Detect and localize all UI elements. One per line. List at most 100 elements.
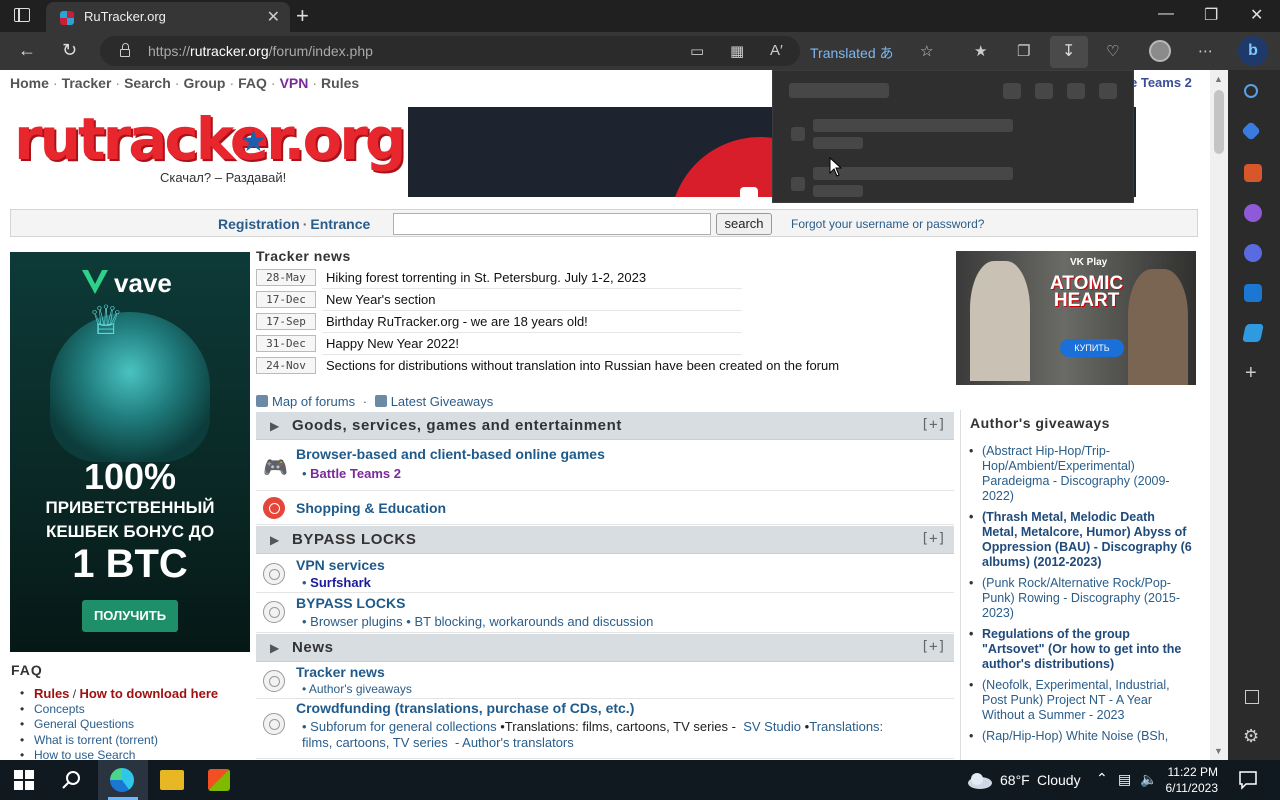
forum-link[interactable]: Crowdfunding (translations, purchase of … — [296, 700, 634, 716]
search-icon[interactable] — [60, 768, 84, 792]
scroll-thumb[interactable] — [1214, 90, 1224, 154]
notifications-icon[interactable] — [1238, 770, 1258, 790]
settings-more-icon[interactable]: ⋯ — [1198, 42, 1213, 60]
close-window-icon[interactable]: ✕ — [1250, 5, 1263, 25]
tools-icon[interactable] — [1244, 164, 1262, 182]
latest-giveaways-link[interactable]: Latest Giveaways — [391, 394, 494, 409]
expand-button[interactable]: [+] — [921, 639, 946, 655]
subforum-link[interactable]: • Author's giveaways — [302, 682, 412, 696]
faq-rules-link[interactable]: Rules — [34, 686, 69, 701]
page-scrollbar[interactable]: ▲ ▼ — [1210, 70, 1228, 760]
news-link[interactable]: Happy New Year 2022! — [326, 336, 459, 351]
left-banner-ad[interactable]: vave ♕ 100% ПРИВЕТСТВЕННЫЙ КЕШБЕК БОНУС … — [10, 252, 250, 652]
maximize-icon[interactable]: ❐ — [1204, 5, 1218, 25]
collections-icon[interactable]: ❐ — [1017, 42, 1030, 60]
list-item[interactable]: Regulations of the group "Artsovet" (Or … — [967, 627, 1193, 672]
subforum-links[interactable]: • Subforum for general collections •Tran… — [302, 719, 883, 734]
translated-indicator[interactable]: Translated あ — [810, 43, 894, 63]
scroll-up-icon[interactable]: ▲ — [1214, 74, 1223, 84]
taskbar-edge-active[interactable] — [98, 760, 148, 800]
nav-rules[interactable]: Rules — [321, 75, 359, 91]
news-link[interactable]: Sections for distributions without trans… — [326, 358, 839, 373]
subforum-link[interactable]: • Surfshark — [302, 575, 371, 590]
nav-group[interactable]: Group — [183, 75, 225, 91]
weather-temp[interactable]: 68°F — [1000, 772, 1030, 788]
clock[interactable]: 11:22 PM 6/11/2023 — [1148, 764, 1219, 796]
forum-link[interactable]: Shopping & Education — [296, 500, 446, 516]
tray-chevron-icon[interactable]: ⌃ — [1096, 770, 1108, 787]
microsoft-store-icon[interactable] — [208, 769, 230, 791]
list-item[interactable]: (Neofolk, Experimental, Industrial, Post… — [967, 678, 1193, 723]
profile-avatar[interactable] — [1149, 40, 1171, 62]
nav-vpn[interactable]: VPN — [280, 75, 309, 91]
right-banner-ad[interactable]: VK Play ATOMIC HEART КУПИТЬ — [956, 251, 1196, 385]
forum-link[interactable]: BYPASS LOCKS — [296, 595, 405, 611]
news-link[interactable]: Birthday RuTracker.org - we are 18 years… — [326, 314, 588, 329]
ad-buy-button[interactable]: КУПИТЬ — [1060, 339, 1124, 357]
list-item[interactable]: What is torrent (torrent) — [20, 733, 218, 749]
top-right-link[interactable]: e Teams 2 — [1130, 75, 1192, 90]
sidebar-settings-icon[interactable]: ⚙ — [1243, 726, 1259, 747]
tab-actions-icon[interactable] — [14, 8, 30, 22]
bing-chat-icon[interactable]: b — [1238, 36, 1268, 66]
forgot-password-link[interactable]: Forgot your username or password? — [791, 217, 984, 231]
site-logo[interactable]: rutracker.org ★ Скачал? – Раздавай! — [14, 108, 406, 188]
minimize-icon[interactable]: — — [1158, 5, 1174, 23]
nav-faq[interactable]: FAQ — [238, 75, 267, 91]
expand-button[interactable]: [+] — [921, 417, 946, 433]
registration-link[interactable]: Registration — [218, 216, 300, 232]
app-view-icon[interactable]: ▭ — [690, 42, 704, 60]
add-sidebar-icon[interactable]: + — [1245, 362, 1257, 385]
outlook-icon[interactable] — [1244, 284, 1262, 302]
search-icon[interactable] — [1244, 84, 1258, 98]
list-item[interactable]: (Abstract Hip-Hop/Trip-Hop/Ambient/Exper… — [967, 444, 1193, 504]
windows-start-icon[interactable] — [12, 768, 36, 792]
weather-condition[interactable]: Cloudy — [1037, 772, 1081, 788]
network-icon[interactable]: ▤ — [1118, 771, 1131, 788]
expand-button[interactable]: [+] — [921, 531, 946, 547]
entrance-link[interactable]: Entrance — [310, 216, 370, 232]
new-tab-button[interactable]: + — [296, 3, 309, 29]
scroll-down-icon[interactable]: ▼ — [1214, 746, 1223, 756]
games-icon[interactable] — [1244, 204, 1262, 222]
tab-rutracker[interactable]: RuTracker.org ✕ — [46, 2, 290, 32]
refresh-icon[interactable]: ↻ — [62, 40, 77, 61]
nav-search[interactable]: Search — [124, 75, 171, 91]
category-goods-header[interactable]: ▶ Goods, services, games and entertainme… — [256, 412, 954, 440]
shopping-tag-icon[interactable] — [1241, 121, 1261, 141]
news-link[interactable]: New Year's section — [326, 292, 435, 307]
qr-code-icon[interactable]: ▦ — [730, 42, 744, 60]
back-arrow-icon[interactable]: ← — [18, 40, 36, 61]
subforum-link[interactable]: • Browser plugins • BT blocking, workaro… — [302, 614, 653, 629]
search-button[interactable]: search — [716, 213, 772, 235]
category-news-header[interactable]: ▶ News [+] — [256, 634, 954, 662]
send-icon[interactable] — [1242, 324, 1264, 342]
forum-link[interactable]: Browser-based and client-based online ga… — [296, 446, 605, 462]
nav-tracker[interactable]: Tracker — [62, 75, 112, 91]
faq-how-to-link[interactable]: How to download here — [79, 686, 218, 701]
ad-get-button[interactable]: ПОЛУЧИТЬ — [82, 600, 178, 632]
read-aloud-icon[interactable]: A′ — [770, 42, 783, 59]
category-bypass-header[interactable]: ▶ BYPASS LOCKS [+] — [256, 526, 954, 554]
news-link[interactable]: Hiking forest torrenting in St. Petersbu… — [326, 270, 646, 285]
list-item[interactable]: (Punk Rock/Alternative Rock/Pop-Punk) Ro… — [967, 576, 1193, 621]
list-item[interactable]: General Questions — [20, 717, 218, 733]
microsoft-365-icon[interactable] — [1244, 244, 1262, 262]
favorites-icon[interactable]: ★ — [974, 42, 987, 60]
list-item[interactable]: How to use Search — [20, 748, 218, 760]
downloads-button[interactable]: ↧ — [1050, 36, 1088, 68]
list-item[interactable]: (Thrash Metal, Melodic Death Metal, Meta… — [967, 510, 1193, 570]
performance-icon[interactable]: ♡ — [1106, 42, 1119, 60]
subforum-link[interactable]: • Battle Teams 2 — [302, 466, 401, 481]
list-item[interactable]: (Rap/Hip-Hop) White Noise (BSh, — [967, 729, 1193, 744]
forum-link[interactable]: VPN services — [296, 557, 385, 573]
tab-close-icon[interactable]: ✕ — [267, 7, 280, 27]
search-input[interactable] — [393, 213, 711, 235]
forum-link[interactable]: Tracker news — [296, 664, 385, 680]
map-of-forums-link[interactable]: Map of forums — [272, 394, 355, 409]
list-item[interactable]: Concepts — [20, 702, 218, 718]
file-explorer-icon[interactable] — [160, 770, 184, 790]
nav-home[interactable]: Home — [10, 75, 49, 91]
subforum-links[interactable]: films, cartoons, TV series - Author's tr… — [302, 735, 574, 750]
favorite-star-icon[interactable]: ☆ — [920, 42, 933, 60]
